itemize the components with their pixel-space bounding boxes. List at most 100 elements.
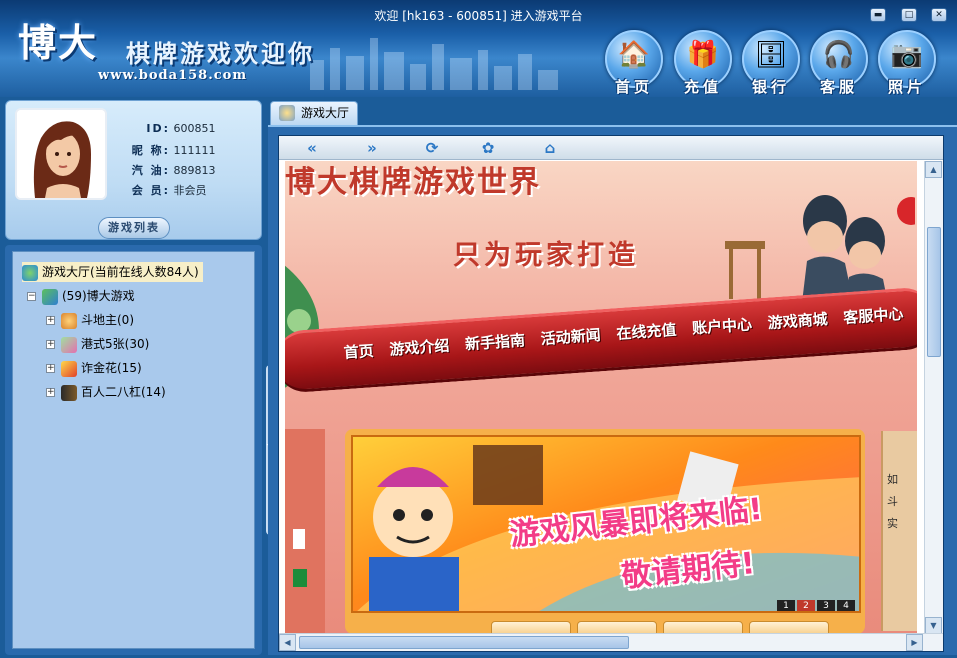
content-frame: « » ⟳ ✿ ⌂ 博大棋牌游戏世界 只为玩家打造 首页 游戏介绍 新手指南 活…: [268, 125, 957, 655]
web-menu-item[interactable]: 客服中心: [843, 303, 904, 328]
expand-icon[interactable]: +: [46, 340, 55, 349]
side-link[interactable]: 实: [887, 515, 917, 531]
tree-item-label: 斗地主(0): [81, 313, 134, 327]
game-list-button[interactable]: 游戏列表: [98, 217, 170, 239]
nav-label: 客服: [819, 78, 858, 96]
game-tree-panel: 游戏大厅(当前在线人数84人) − (59)博大游戏 + 斗地主(0) + 港式5张(…: [5, 245, 262, 655]
login-input-stub[interactable]: [293, 529, 305, 549]
web-menu-item[interactable]: 新手指南: [464, 329, 526, 354]
back-icon[interactable]: «: [303, 139, 321, 157]
pager-page[interactable]: 4: [837, 600, 855, 611]
right-side-panel: 如 斗 实: [881, 431, 917, 631]
vertical-scrollbar[interactable]: ▲ ▼: [924, 161, 943, 634]
minimize-button[interactable]: ▬: [870, 8, 886, 22]
nav-bank-button[interactable]: 🗄 银行: [740, 30, 802, 96]
tab-game-lobby[interactable]: 游戏大厅: [270, 101, 358, 125]
web-menu-item[interactable]: 账户中心: [691, 313, 753, 338]
web-menu-item[interactable]: 在线充值: [616, 319, 677, 344]
game-group-icon: [42, 288, 58, 305]
expand-icon[interactable]: +: [46, 364, 55, 373]
expand-icon[interactable]: +: [46, 316, 55, 325]
maximize-button[interactable]: □: [901, 8, 917, 22]
home-icon[interactable]: ⌂: [541, 139, 559, 157]
skyline-graphic: [310, 38, 558, 90]
tree-group-boda[interactable]: − (59)博大游戏: [27, 286, 135, 306]
browser-toolbar: « » ⟳ ✿ ⌂: [279, 136, 943, 160]
nav-recharge-button[interactable]: 🎁 充值: [672, 30, 734, 96]
forward-icon[interactable]: »: [363, 139, 381, 157]
tree-item-label: 百人二八杠(14): [81, 385, 166, 399]
lobby-icon: [22, 264, 38, 281]
tree-item-label: 诈金花(15): [81, 361, 142, 375]
logo-url: www.boda158.com: [98, 68, 248, 83]
collapse-icon[interactable]: −: [27, 292, 36, 301]
pager-page[interactable]: 3: [817, 600, 835, 611]
scroll-up-icon[interactable]: ▲: [925, 161, 942, 178]
expand-icon[interactable]: +: [46, 388, 55, 397]
pager-page[interactable]: 1: [777, 600, 795, 611]
side-link[interactable]: 如: [887, 471, 917, 487]
nav-label: 首页: [614, 78, 653, 96]
nav-photo-button[interactable]: 📷 照片: [876, 30, 938, 96]
tree-item-hk-poker[interactable]: + 港式5张(30): [46, 334, 149, 354]
title-bar[interactable]: 欢迎 [hk163 - 600851] 进入游戏平台 ▬ □ ✕: [0, 0, 957, 28]
web-menu-item[interactable]: 游戏商城: [767, 308, 828, 333]
pager-page-active[interactable]: 2: [797, 600, 815, 611]
brand-logo: 博大 棋牌游戏欢迎你 www.boda158.com: [18, 12, 312, 83]
profile-gas-row: 汽 油: 889813: [122, 162, 216, 178]
camera-icon: 📷: [890, 40, 924, 70]
refresh-icon[interactable]: ⟳: [423, 139, 441, 157]
tree-item-label: 港式5张(30): [81, 337, 150, 351]
nick-label: 昵 称:: [131, 144, 170, 157]
nav-label: 照片: [887, 78, 926, 96]
nav-home-button[interactable]: 🏠 首页: [603, 30, 665, 96]
stop-icon[interactable]: ✿: [479, 139, 497, 157]
scroll-down-icon[interactable]: ▼: [925, 617, 942, 634]
scroll-left-icon[interactable]: ◀: [279, 634, 296, 651]
embedded-browser: « » ⟳ ✿ ⌂ 博大棋牌游戏世界 只为玩家打造 首页 游戏介绍 新手指南 活…: [278, 135, 944, 652]
web-slogan: 只为玩家打造: [453, 240, 639, 271]
nav-label: 银行: [751, 78, 790, 96]
game-tree: 游戏大厅(当前在线人数84人) − (59)博大游戏 + 斗地主(0) + 港式5张(…: [12, 251, 255, 649]
close-button[interactable]: ✕: [931, 8, 947, 22]
id-value: 600851: [173, 122, 216, 135]
user-profile-panel: ID: 600851 昵 称: 111111 汽 油: 889813 会 员: …: [5, 100, 262, 240]
logo-sub-text: 棋牌游戏欢迎你: [126, 39, 315, 68]
vertical-scroll-thumb[interactable]: [927, 227, 941, 357]
web-menu-item[interactable]: 活动新闻: [540, 324, 601, 349]
tree-group-label: (59)博大游戏: [62, 289, 135, 303]
web-menu-item[interactable]: 首页: [343, 340, 374, 363]
tree-item-28-gang[interactable]: + 百人二八杠(14): [46, 382, 166, 402]
member-label: 会 员:: [131, 184, 170, 197]
profile-id-row: ID: 600851: [122, 122, 216, 135]
web-title: 博大棋牌游戏世界: [285, 165, 541, 200]
promo-banner[interactable]: 游戏风暴即将来临! 敬请期待! 1234: [351, 435, 861, 613]
web-content[interactable]: 博大棋牌游戏世界 只为玩家打造 首页 游戏介绍 新手指南 活动新闻 在线充值 账…: [285, 161, 917, 634]
profile-nick-row: 昵 称: 111111: [122, 142, 216, 158]
login-button-stub[interactable]: [293, 569, 307, 587]
scroll-right-icon[interactable]: ▶: [906, 634, 923, 651]
golden-flower-icon: [61, 360, 77, 377]
nav-label: 充值: [683, 78, 722, 96]
web-menu-item[interactable]: 游戏介绍: [389, 335, 450, 360]
lobby-tab-icon: [279, 105, 295, 121]
avatar-portrait: [17, 110, 105, 198]
mahjong-icon: [61, 384, 77, 401]
tree-root-lobby[interactable]: 游戏大厅(当前在线人数84人): [22, 262, 203, 282]
tree-item-golden-flower[interactable]: + 诈金花(15): [46, 358, 142, 378]
member-value: 非会员: [173, 184, 207, 197]
support-icon: 🎧: [822, 40, 856, 70]
side-link[interactable]: 斗: [887, 493, 917, 509]
poker-icon: [61, 336, 77, 353]
tree-item-landlord[interactable]: + 斗地主(0): [46, 310, 134, 330]
bank-icon: 🗄: [754, 40, 788, 70]
avatar[interactable]: [15, 108, 107, 200]
header-banner: 欢迎 [hk163 - 600851] 进入游戏平台 ▬ □ ✕ 博大 棋牌游戏…: [0, 0, 957, 97]
horizontal-scrollbar[interactable]: ◀ ▶: [279, 633, 943, 651]
logo-main-text: 博大: [18, 20, 99, 65]
tree-root-label: 游戏大厅(当前在线人数84人): [42, 265, 199, 279]
horizontal-scroll-thumb[interactable]: [299, 636, 629, 649]
nav-support-button[interactable]: 🎧 客服: [808, 30, 870, 96]
gas-label: 汽 油:: [131, 164, 170, 177]
gas-value: 889813: [173, 164, 216, 177]
